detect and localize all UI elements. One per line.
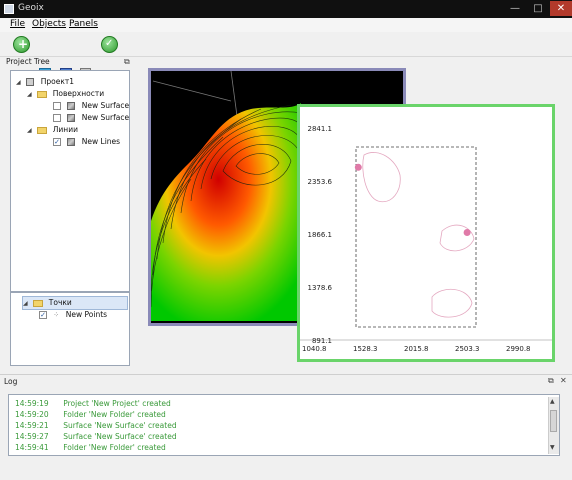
project-tree: ◢ Проект1 ◢ Поверхности New Surface New … — [10, 70, 130, 292]
tree-item-surface-2[interactable]: New Surface — [53, 112, 129, 124]
toolbar: + 2D 3D ✕ ✓ — [0, 32, 572, 84]
maximize-button[interactable]: □ — [527, 1, 549, 16]
tree-item-surface-1[interactable]: New Surface — [53, 100, 129, 112]
y-tick-label: 2841.1 — [307, 125, 333, 133]
visibility-checkbox[interactable]: ✓ — [39, 311, 47, 319]
view-2d[interactable]: 2841.1 2353.6 1866.1 1378.6 891.1 1040.8… — [297, 104, 555, 362]
tree-folder-lines[interactable]: ◢ Линии — [27, 124, 78, 136]
visibility-checkbox[interactable]: ✓ — [53, 138, 61, 146]
x-tick-label: 1528.3 — [353, 345, 378, 353]
window-title: Geoix — [18, 3, 44, 13]
data-point — [463, 229, 471, 236]
log-entry: 14:59:27 Surface 'New Surface' created — [15, 432, 177, 441]
close-panel-icon[interactable]: ✕ — [560, 376, 567, 385]
float-panel-icon[interactable]: ⧉ — [548, 376, 554, 386]
log-entry: 14:59:19 Project 'New Project' created — [15, 399, 171, 408]
log-scrollbar[interactable]: ▲ ▼ — [548, 397, 559, 454]
close-button[interactable]: ✕ — [550, 1, 572, 16]
tree-folder-surfaces[interactable]: ◢ Поверхности — [27, 88, 104, 100]
tree-item-points[interactable]: ✓ ⁘ New Points — [39, 309, 107, 321]
app-icon — [4, 4, 14, 14]
x-tick-label: 1040.8 — [302, 345, 327, 353]
menu-bar: File Objects Panels — [0, 18, 572, 33]
expand-arrow-icon: ◢ — [27, 91, 32, 98]
surface-icon — [67, 114, 76, 122]
contour-line — [362, 152, 401, 203]
title-bar: Geoix — □ ✕ — [0, 0, 572, 18]
map-2d-plot — [300, 146, 552, 341]
log-list: 14:59:19 Project 'New Project' created 1… — [8, 394, 560, 456]
y-tick-label: 1866.1 — [307, 231, 333, 239]
tree-item-lines[interactable]: ✓ New Lines — [53, 136, 120, 148]
visibility-checkbox[interactable] — [53, 102, 61, 110]
selection-rectangle — [355, 146, 477, 328]
contour-line — [431, 289, 473, 318]
scroll-thumb[interactable] — [550, 410, 557, 432]
surface-icon — [67, 102, 76, 110]
divider — [0, 374, 572, 375]
menu-objects[interactable]: Objects — [32, 19, 66, 29]
menu-file[interactable]: File — [10, 19, 25, 29]
expand-arrow-icon: ◢ — [27, 127, 32, 134]
tree-root[interactable]: ◢ Проект1 — [16, 76, 74, 88]
tree-folder-points[interactable]: ◢ Точки — [22, 296, 128, 310]
x-tick-label: 2503.3 — [455, 345, 480, 353]
folder-icon — [37, 126, 48, 134]
data-point — [354, 163, 362, 171]
project-icon — [26, 78, 35, 86]
y-tick-label: 2353.6 — [307, 178, 333, 186]
folder-icon — [37, 90, 48, 98]
scroll-down-icon[interactable]: ▼ — [550, 444, 555, 451]
lines-icon — [67, 138, 76, 146]
y-tick-label: 1378.6 — [307, 284, 333, 292]
contour-line — [439, 224, 475, 252]
x-tick-label: 2015.8 — [404, 345, 429, 353]
new-project-icon[interactable]: + — [13, 36, 30, 53]
apply-icon[interactable]: ✓ — [101, 36, 118, 53]
menu-panels[interactable]: Panels — [69, 19, 98, 29]
log-entry: 14:59:41 Folder 'New Folder' created — [15, 443, 166, 452]
log-title: Log — [4, 377, 18, 386]
folder-icon — [33, 299, 44, 307]
scroll-up-icon[interactable]: ▲ — [550, 398, 555, 405]
project-tree-title: Project Tree — [6, 57, 50, 66]
x-tick-label: 2990.8 — [506, 345, 531, 353]
log-entry: 14:59:20 Folder 'New Folder' created — [15, 410, 166, 419]
minimize-button[interactable]: — — [504, 1, 526, 16]
points-icon: ⁘ — [53, 311, 60, 319]
float-panel-icon[interactable]: ⧉ — [124, 57, 130, 67]
y-tick-label: 891.1 — [311, 337, 332, 345]
expand-arrow-icon: ◢ — [16, 79, 21, 86]
expand-arrow-icon: ◢ — [23, 300, 28, 307]
points-tree: ◢ Точки ✓ ⁘ New Points — [10, 292, 130, 366]
log-entry: 14:59:21 Surface 'New Surface' created — [15, 421, 177, 430]
visibility-checkbox[interactable] — [53, 114, 61, 122]
